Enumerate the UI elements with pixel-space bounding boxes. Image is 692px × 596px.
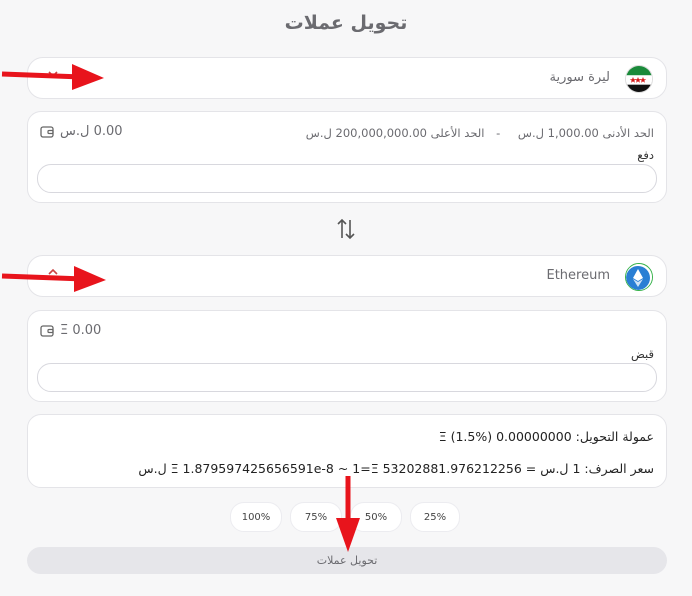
limit-separator: - xyxy=(496,126,501,140)
annotation-arrow-icon xyxy=(1,266,106,292)
min-limit: الحد الأدنى 1,000.00 ل.س xyxy=(517,126,654,140)
from-currency-name: ليرة سورية xyxy=(549,70,610,85)
receive-label: قبض xyxy=(630,347,654,361)
max-limit: الحد الأعلى 200,000,000.00 ل.س xyxy=(305,126,485,140)
to-currency-select[interactable]: Ethereum xyxy=(27,255,667,297)
wallet-icon xyxy=(40,125,54,138)
syria-flag-icon xyxy=(625,65,653,93)
page-title: تحويل عملات xyxy=(284,12,408,34)
to-balance: Ξ 0.00 xyxy=(40,323,101,338)
from-balance-value: 0.00 ل.س xyxy=(60,124,123,139)
swap-arrows-icon xyxy=(337,218,355,240)
from-balance: 0.00 ل.س xyxy=(40,124,123,139)
receive-amount-input[interactable] xyxy=(37,363,657,392)
currency-conversion-page: تحويل عملات ليرة سورية الحد الأدنى 1,000… xyxy=(0,0,692,596)
to-balance-value: Ξ 0.00 xyxy=(60,323,102,338)
annotation-arrow-icon xyxy=(1,64,104,90)
to-amount-card: Ξ 0.00 قبض xyxy=(27,310,667,402)
pay-amount-input[interactable] xyxy=(37,164,657,193)
conversion-fee: عمولة التحويل: 0.00000000 Ξ (1.5%) xyxy=(438,429,654,444)
pay-label: دفع xyxy=(637,148,654,162)
exchange-rate: سعر الصرف: 1 ل.س = Ξ 1.879597425656591e-… xyxy=(138,461,654,476)
to-currency-name: Ethereum xyxy=(546,268,610,283)
ethereum-icon xyxy=(625,263,653,291)
percent-100-button[interactable]: 100% xyxy=(230,502,282,532)
wallet-icon xyxy=(40,324,54,337)
percent-25-button[interactable]: 25% xyxy=(410,502,460,532)
from-currency-select[interactable]: ليرة سورية xyxy=(27,57,667,99)
amount-limits: الحد الأدنى 1,000.00 ل.س - الحد الأعلى 2… xyxy=(300,126,654,140)
swap-direction-button[interactable] xyxy=(335,216,357,242)
annotation-arrow-icon xyxy=(336,476,360,552)
from-amount-card: الحد الأدنى 1,000.00 ل.س - الحد الأعلى 2… xyxy=(27,111,667,203)
